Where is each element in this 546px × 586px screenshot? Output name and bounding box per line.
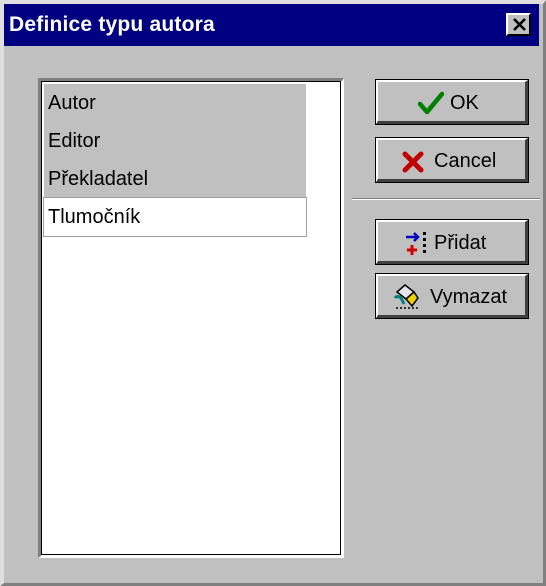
- window-title: Definice typu autora: [9, 13, 215, 36]
- close-button[interactable]: [506, 13, 531, 36]
- ok-button[interactable]: OK: [375, 79, 529, 125]
- author-type-list[interactable]: Autor Editor Překladatel Tlumočník: [38, 78, 344, 558]
- add-label: Přidat: [434, 232, 487, 254]
- eraser-hand-icon: [393, 284, 419, 309]
- title-bar: Definice typu autora: [4, 4, 539, 46]
- checkmark-icon: [418, 91, 444, 115]
- ok-label: OK: [450, 92, 479, 114]
- add-item-icon: [406, 232, 426, 255]
- delete-label: Vymazat: [430, 286, 508, 308]
- cancel-button[interactable]: Cancel: [375, 137, 529, 183]
- list-item[interactable]: Tlumočník: [43, 197, 307, 237]
- delete-button[interactable]: Vymazat: [375, 273, 529, 319]
- list-item[interactable]: Editor: [44, 122, 306, 160]
- add-button[interactable]: Přidat: [375, 219, 529, 265]
- list-item[interactable]: Autor: [44, 84, 306, 122]
- button-separator: [352, 198, 540, 200]
- list-item[interactable]: Překladatel: [44, 160, 306, 198]
- cancel-label: Cancel: [434, 150, 497, 172]
- close-icon: [513, 18, 526, 31]
- red-x-icon: [402, 151, 424, 173]
